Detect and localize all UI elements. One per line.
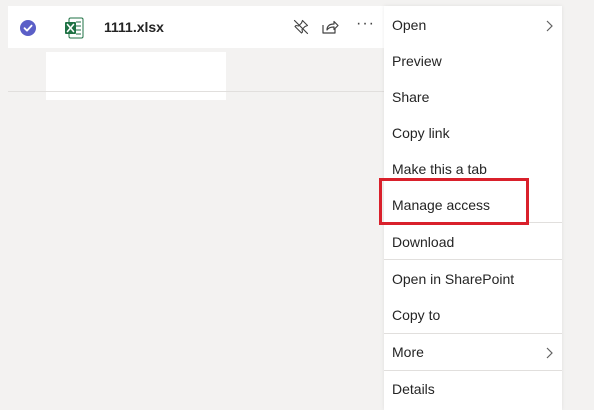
pin-icon[interactable] xyxy=(293,19,309,35)
menu-item-download[interactable]: Download xyxy=(384,224,562,260)
menu-item-label: Open xyxy=(392,17,427,33)
divider xyxy=(8,91,384,92)
highlight-box xyxy=(379,178,529,225)
menu-item-details[interactable]: Details xyxy=(384,371,562,407)
menu-item-label: Details xyxy=(392,381,435,397)
menu-item-label: More xyxy=(392,344,424,360)
menu-item-copy-link[interactable]: Copy link xyxy=(384,115,562,151)
menu-item-more[interactable]: More xyxy=(384,334,562,370)
share-icon[interactable] xyxy=(321,19,339,35)
menu-item-open[interactable]: Open xyxy=(384,7,562,43)
menu-divider xyxy=(384,259,562,260)
chevron-right-icon xyxy=(544,19,554,32)
menu-item-preview[interactable]: Preview xyxy=(384,43,562,79)
menu-item-label: Copy link xyxy=(392,125,450,141)
more-options-icon[interactable]: ··· xyxy=(356,15,378,37)
menu-item-open-sharepoint[interactable]: Open in SharePoint xyxy=(384,261,562,297)
menu-item-label: Download xyxy=(392,234,455,250)
check-circle-icon[interactable] xyxy=(20,20,36,36)
blank-panel xyxy=(46,52,226,100)
menu-item-share[interactable]: Share xyxy=(384,79,562,115)
excel-file-icon xyxy=(64,17,84,39)
file-row[interactable]: 1111.xlsx ··· xyxy=(8,6,388,48)
menu-item-label: Copy to xyxy=(392,307,441,323)
file-name[interactable]: 1111.xlsx xyxy=(104,19,164,35)
chevron-right-icon xyxy=(544,346,554,359)
menu-item-label: Make this a tab xyxy=(392,161,487,177)
menu-item-label: Preview xyxy=(392,53,442,69)
menu-item-label: Share xyxy=(392,89,430,105)
menu-item-copy-to[interactable]: Copy to xyxy=(384,297,562,333)
menu-item-label: Open in SharePoint xyxy=(392,271,515,287)
